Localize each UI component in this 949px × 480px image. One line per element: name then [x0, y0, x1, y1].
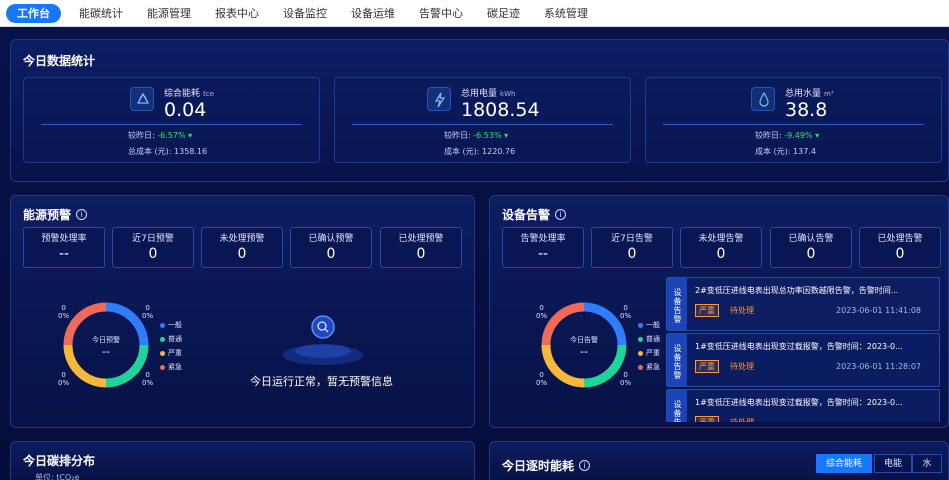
alert-list: 设备告警 2#变低压进线电表出现总功率因数越限告警，告警时间... 严重 待处理…: [666, 277, 942, 422]
warning-stat-unhandled: 未处理预警 0: [201, 227, 283, 268]
donut-pct-label: 0 0%: [142, 304, 154, 320]
cost-text: 成本 (元): 137.4: [755, 147, 816, 156]
legend-item: 普通: [638, 332, 660, 346]
nav-item-energy-management[interactable]: 能源管理: [135, 0, 203, 27]
lightning-icon: [427, 87, 451, 111]
divider: [352, 124, 613, 125]
donut-pct-label: 0 0%: [58, 304, 70, 320]
nav-item-device-monitor[interactable]: 设备监控: [271, 0, 339, 27]
nav-item-report-center[interactable]: 报表中心: [203, 0, 271, 27]
donut-center-label: 今日告警: [570, 336, 598, 344]
alert-item[interactable]: 设备告警 1#变低压进线电表出现变过载报警，告警时间：2023-0... 严重 …: [666, 333, 940, 387]
alert-item[interactable]: 设备告警 1#变低压进线电表出现变过载报警，告警时间：2023-0... 严重 …: [666, 389, 940, 422]
stat-value: 0.04: [164, 99, 207, 121]
legend-item: 一般: [160, 318, 182, 332]
tab-composite-energy[interactable]: 综合能耗: [816, 454, 872, 473]
compare-text: 较昨日: -6.53% ▾: [444, 131, 509, 140]
empty-state-text: 今日运行正常，暂无预警信息: [250, 375, 393, 388]
donut-pct-label: 0 0%: [620, 371, 632, 387]
water-drop-icon: [751, 87, 775, 111]
info-icon[interactable]: i: [555, 209, 567, 220]
alert-tag: 设备告警: [667, 390, 687, 422]
donut-center-label: 今日预警: [92, 336, 120, 344]
alert-state: 待处理: [730, 306, 754, 315]
stat-label: 总用水量 m³: [785, 89, 834, 99]
stat-value: 38.8: [785, 99, 828, 121]
alarm-stat-handled: 已处理告警 0: [859, 227, 941, 268]
legend-item: 严重: [638, 346, 660, 360]
warning-legend: 一般 普通 严重 紧急: [160, 318, 182, 374]
legend-item: 严重: [160, 346, 182, 360]
nav-item-carbon-footprint[interactable]: 碳足迹: [475, 0, 532, 27]
empty-state-illustration: [278, 305, 368, 365]
alarm-stat-confirmed: 已确认告警 0: [770, 227, 852, 268]
alert-level-badge: 严重: [695, 304, 719, 317]
tab-electricity[interactable]: 电能: [874, 454, 912, 473]
stat-label: 综合能耗 tce: [164, 89, 214, 99]
info-icon[interactable]: i: [76, 209, 88, 220]
nav-item-system-management[interactable]: 系统管理: [532, 0, 600, 27]
donut-pct-label: 0 0%: [536, 304, 548, 320]
warning-stat-7days: 近7日预警 0: [112, 227, 194, 268]
nav-item-alarm-center[interactable]: 告警中心: [407, 0, 475, 27]
donut-center-value: --: [102, 345, 110, 358]
recycle-icon: [130, 87, 154, 111]
legend-item: 紧急: [638, 360, 660, 374]
stat-value: 1808.54: [461, 99, 540, 121]
top-nav: 工作台 能碳统计 能源管理 报表中心 设备监控 设备运维 告警中心 碳足迹 系统…: [0, 0, 949, 27]
alert-time: 2023-06-01 11:41:08: [836, 306, 921, 315]
alert-item[interactable]: 设备告警 2#变低压进线电表出现总功率因数越限告警，告警时间... 严重 待处理…: [666, 277, 940, 331]
alert-state: 待处理: [730, 417, 754, 422]
donut-center-value: --: [580, 345, 588, 358]
divider: [663, 124, 924, 125]
alert-text: 1#变低压进线电表出现变过载报警，告警时间：2023-0...: [695, 342, 903, 351]
alert-state: 待处理: [730, 362, 754, 371]
compare-text: 较昨日: -6.57% ▾: [128, 131, 193, 140]
alert-text: 2#变低压进线电表出现总功率因数越限告警，告警时间...: [695, 286, 899, 295]
tab-water[interactable]: 水: [912, 454, 942, 473]
stat-label: 总用电量 kWh: [461, 89, 516, 99]
nav-item-energy-carbon-stats[interactable]: 能碳统计: [67, 0, 135, 27]
cost-text: 总成本 (元): 1358.16: [128, 147, 208, 156]
warning-stat-confirmed: 已确认预警 0: [290, 227, 372, 268]
nav-item-workbench[interactable]: 工作台: [6, 3, 61, 23]
today-stats-title: 今日数据统计: [23, 54, 96, 68]
compare-text: 较昨日: -9.49% ▾: [755, 131, 820, 140]
divider: [41, 124, 302, 125]
warning-stat-rate: 预警处理率 --: [23, 227, 105, 268]
alert-level-badge: 严重: [695, 416, 719, 422]
energy-warning-title: 能源预警 i: [23, 206, 88, 223]
alarm-legend: 一般 普通 严重 紧急: [638, 318, 660, 374]
alarm-stat-unhandled: 未处理告警 0: [680, 227, 762, 268]
alert-level-badge: 严重: [695, 360, 719, 373]
alert-time: 2023-06-01 11:28:07: [836, 362, 921, 371]
info-icon[interactable]: i: [579, 460, 591, 471]
legend-item: 普通: [160, 332, 182, 346]
cost-text: 成本 (元): 1220.76: [444, 147, 516, 156]
donut-pct-label: 0 0%: [142, 371, 154, 387]
hourly-title: 今日逐时能耗 i: [502, 457, 591, 474]
device-alarm-title: 设备告警 i: [502, 206, 567, 223]
carbon-unit: 单位: tCO₂e: [35, 473, 80, 480]
warning-stat-handled: 已处理预警 0: [380, 227, 462, 268]
donut-pct-label: 0 0%: [58, 371, 70, 387]
carbon-title: 今日碳排分布: [23, 454, 96, 468]
donut-pct-label: 0 0%: [536, 371, 548, 387]
alarm-stat-7days: 近7日告警 0: [591, 227, 673, 268]
alert-tag: 设备告警: [667, 278, 687, 330]
alarm-stat-rate: 告警处理率 --: [502, 227, 584, 268]
alert-text: 1#变低压进线电表出现变过载报警，告警时间：2023-0...: [695, 398, 903, 407]
donut-pct-label: 0 0%: [620, 304, 632, 320]
legend-item: 紧急: [160, 360, 182, 374]
nav-item-device-maintenance[interactable]: 设备运维: [339, 0, 407, 27]
legend-item: 一般: [638, 318, 660, 332]
alert-tag: 设备告警: [667, 334, 687, 386]
